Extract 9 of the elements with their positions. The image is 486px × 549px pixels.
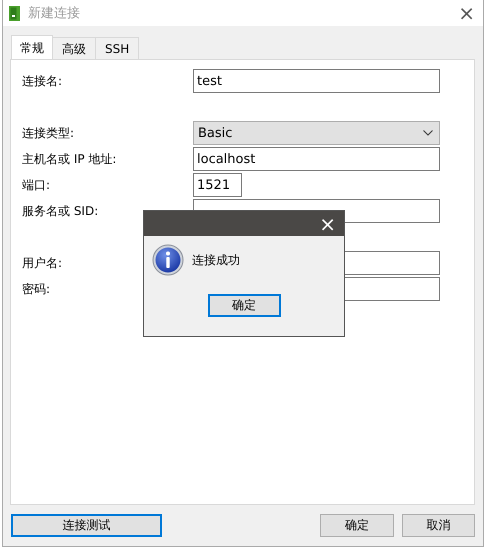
field-label: 连接名: [22, 74, 62, 88]
field-label: 主机名或 IP 地址: [22, 152, 116, 166]
field-label: 用户名: [22, 256, 62, 270]
field-label: 密码: [22, 282, 50, 296]
field-label: 连接类型: [22, 126, 74, 140]
message-text: 连接成功 [192, 252, 240, 268]
field-label: 端口: [22, 178, 50, 192]
field-label: 服务名或 SID: [22, 204, 98, 218]
window-title: 新建连接 [28, 5, 81, 22]
